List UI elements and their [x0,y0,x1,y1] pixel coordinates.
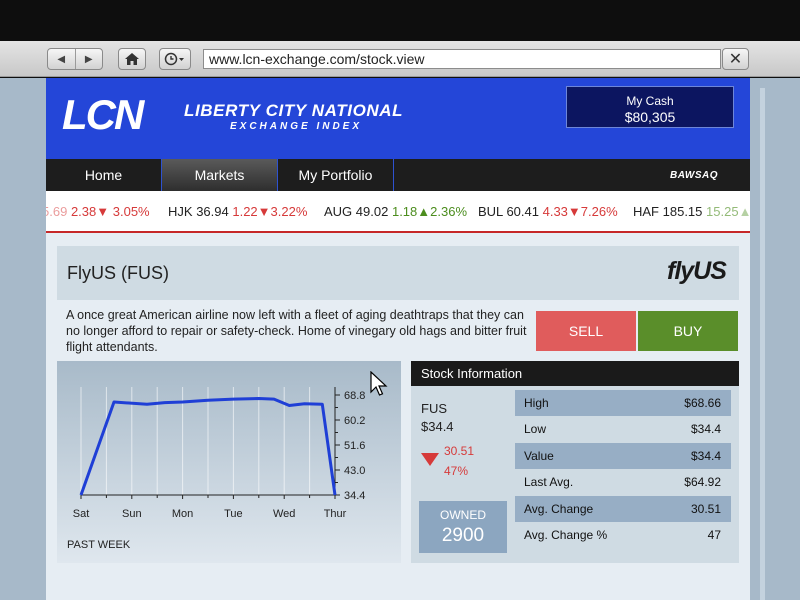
info-value: $34.4 [690,422,721,436]
info-row: Low $34.4 [515,416,731,442]
back-forward-group: ◀ ▶ [47,48,103,70]
info-key: Last Avg. [524,475,574,489]
cash-box: My Cash $80,305 [566,86,734,128]
info-row: High $68.66 [515,390,731,416]
price-chart: Sat Sun Mon Tue Wed Thur 68.8 60.2 51.6 43.0 34.4 … [57,361,401,563]
x-tick-label: Sat [73,508,90,520]
ticker-item[interactable]: HJK 36.94 1.22▼3.22% [168,204,307,219]
owned-box: OWNED 2900 [419,501,507,553]
buy-button[interactable]: BUY [638,311,738,351]
y-tick-label: 43.0 [344,465,365,477]
forward-arrow-icon[interactable]: ▶ [76,49,103,69]
x-tick-label: Thur [324,508,347,520]
x-tick-label: Mon [172,508,193,520]
info-value: 30.51 [690,502,721,516]
ticker-item[interactable]: BUL 60.41 4.33▼7.26% [478,204,618,219]
tab-markets[interactable]: Markets [162,159,278,191]
y-tick-label: 34.4 [344,490,365,502]
owned-label: OWNED [440,508,486,522]
info-value: $64.92 [684,475,721,489]
stock-info-heading: Stock Information [411,361,739,386]
close-icon[interactable]: ✕ [722,48,749,70]
info-value: $68.66 [684,396,721,410]
info-key: High [524,396,549,410]
info-value: 47 [707,528,721,542]
stock-price: $34.4 [421,419,454,434]
page-margin-right [750,78,800,600]
info-row: Avg. Change 30.51 [515,496,731,522]
browser-toolbar: ◀ ▶ www.lcn-exchange.com/stock.view ✕ [0,41,800,77]
site-header: LCN LIBERTY CITY NATIONAL EXCHANGE INDEX… [46,78,750,159]
history-button[interactable] [159,48,191,70]
info-key: Avg. Change [524,502,594,516]
owned-value: 2900 [441,525,485,546]
info-value: $34.4 [690,449,721,463]
ticker-item[interactable]: 5.69 2.38▼ 3.05% [46,204,150,219]
brand-title: LIBERTY CITY NATIONAL [184,101,404,120]
main-nav: Home Markets My Portfolio BAWSAQ [46,159,750,191]
x-tick-label: Tue [224,508,243,520]
home-icon [125,53,139,65]
stock-symbol: FUS [421,401,447,416]
price-chart-svg: Sat Sun Mon Tue Wed Thur 68.8 60.2 51.6 43.0 34.4 [73,387,365,520]
ticker-item[interactable]: AUG 49.02 1.18▲2.36% [324,204,467,219]
back-arrow-icon[interactable]: ◀ [48,49,76,69]
info-key: Low [524,422,547,436]
info-row: Value $34.4 [515,443,731,469]
stock-header: FlyUS (FUS) flyUS [57,246,739,300]
stock-change: 30.51 [444,444,475,458]
sell-button[interactable]: SELL [536,311,636,351]
y-tick-label: 68.8 [344,390,365,402]
tab-my-portfolio[interactable]: My Portfolio [278,159,394,191]
y-tick-label: 51.6 [344,440,365,452]
clock-icon [164,52,184,66]
x-tick-label: Wed [273,508,295,520]
bawsaq-logo[interactable]: BAWSAQ [670,170,718,181]
y-tick-label: 60.2 [344,415,365,427]
ticker-item[interactable]: HAF 185.15 15.25▲ [633,204,750,219]
stock-title: FlyUS (FUS) [67,263,169,283]
lcn-logo[interactable]: LCN [62,93,144,137]
x-tick-label: Sun [122,508,142,520]
flyus-logo: flyUS [667,257,727,285]
web-page: LCN LIBERTY CITY NATIONAL EXCHANGE INDEX… [46,78,750,600]
mouse-pointer-icon [370,371,388,396]
tab-home[interactable]: Home [46,159,162,191]
stock-info-panel: Stock Information FUS $34.4 30.51 47% OW… [411,361,739,563]
info-key: Value [524,449,554,463]
info-row: Last Avg. $64.92 [515,469,731,495]
stock-change-percent: 47% [444,464,469,478]
scrollbar[interactable] [760,88,765,600]
cash-value: $80,305 [624,109,676,125]
info-key: Avg. Change % [524,528,608,542]
info-row: Avg. Change % 47 [515,522,731,548]
stock-ticker: 5.69 2.38▼ 3.05% HJK 36.94 1.22▼3.22% AU… [46,191,750,233]
stock-description: A once great American airline now left w… [66,308,527,354]
page-margin-left [0,78,46,600]
brand-subtitle: EXCHANGE INDEX [230,121,363,132]
address-bar[interactable]: www.lcn-exchange.com/stock.view [203,49,721,69]
cash-label: My Cash [626,94,674,108]
down-arrow-icon [421,453,439,466]
home-button[interactable] [118,48,146,70]
window-top-bar [0,0,800,41]
chart-caption: PAST WEEK [67,539,131,551]
